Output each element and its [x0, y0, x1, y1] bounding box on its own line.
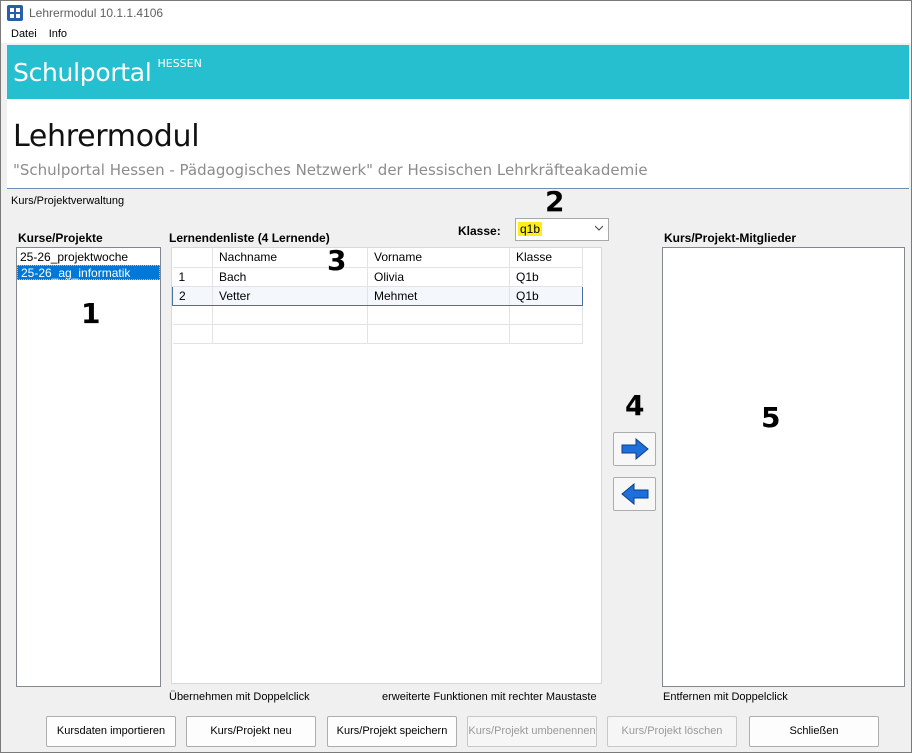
- cell-klasse: Q1b: [509, 267, 583, 287]
- module-subtitle: "Schulportal Hessen - Pädagogisches Netz…: [13, 161, 648, 179]
- marker-1: 1: [81, 297, 101, 330]
- cell-nachname: Vetter: [212, 285, 368, 306]
- cell-vorname: Mehmet: [367, 285, 510, 306]
- marker-3: 3: [327, 244, 347, 277]
- remove-from-members-button[interactable]: [613, 477, 656, 511]
- hint-right-click: erweiterte Funktionen mit rechter Mausta…: [382, 691, 597, 703]
- column-header-klasse[interactable]: Klasse: [509, 248, 583, 268]
- column-header: [172, 248, 213, 268]
- marker-4: 4: [625, 389, 645, 422]
- course-item-ag-informatik[interactable]: 25-26_ag_informatik: [17, 265, 160, 280]
- students-table: Nachname Vorname Klasse 1 Bach Olivia Q1…: [172, 248, 583, 344]
- rename-course-button[interactable]: Kurs/Projekt umbenennen: [467, 716, 597, 747]
- students-label: Lernendenliste (4 Lernende): [169, 231, 330, 245]
- menu-bar: Datei Info: [1, 25, 911, 43]
- klasse-label: Klasse:: [458, 224, 501, 238]
- section-label: Kurs/Projektverwaltung: [11, 195, 125, 207]
- delete-course-button[interactable]: Kurs/Projekt löschen: [607, 716, 737, 747]
- table-row[interactable]: 2 Vetter Mehmet Q1b: [172, 285, 583, 306]
- table-header-row: Nachname Vorname Klasse: [172, 248, 583, 268]
- close-button[interactable]: Schließen: [749, 716, 879, 747]
- empty-row: [172, 324, 583, 344]
- app-window: Lehrermodul 10.1.1.4106 Datei Info Schul…: [0, 0, 912, 753]
- marker-2: 2: [545, 185, 565, 218]
- header-area: Lehrermodul "Schulportal Hessen - Pädago…: [7, 99, 909, 189]
- klasse-select[interactable]: q1b: [515, 218, 609, 241]
- module-title: Lehrermodul: [13, 119, 200, 154]
- chevron-down-icon: [595, 225, 603, 231]
- window-title: Lehrermodul 10.1.1.4106: [29, 6, 164, 20]
- table-row[interactable]: 1 Bach Olivia Q1b: [172, 267, 583, 287]
- menu-info[interactable]: Info: [49, 28, 67, 40]
- portal-banner: Schulportal HESSEN: [7, 45, 909, 99]
- course-item-projektwoche[interactable]: 25-26_projektwoche: [17, 250, 160, 265]
- courses-label: Kurse/Projekte: [18, 231, 103, 245]
- hint-adopt-doubleclick: Übernehmen mit Doppelclick: [169, 691, 310, 703]
- marker-5: 5: [761, 401, 781, 434]
- row-number: 2: [172, 285, 213, 306]
- app-icon: [7, 5, 23, 21]
- new-course-button[interactable]: Kurs/Projekt neu: [186, 716, 316, 747]
- title-bar: Lehrermodul 10.1.1.4106: [1, 1, 911, 25]
- save-course-button[interactable]: Kurs/Projekt speichern: [327, 716, 457, 747]
- row-number: 1: [172, 267, 213, 287]
- empty-row: [172, 305, 583, 325]
- menu-datei[interactable]: Datei: [11, 28, 37, 40]
- arrow-right-icon: [621, 438, 649, 460]
- banner-superscript: HESSEN: [157, 56, 202, 70]
- members-label: Kurs/Projekt-Mitglieder: [664, 231, 797, 245]
- students-grid[interactable]: Nachname Vorname Klasse 1 Bach Olivia Q1…: [171, 247, 602, 684]
- arrow-left-icon: [621, 483, 649, 505]
- column-header-vorname[interactable]: Vorname: [367, 248, 510, 268]
- add-to-members-button[interactable]: [613, 432, 656, 466]
- banner-title: Schulportal: [13, 57, 152, 87]
- members-listbox[interactable]: [662, 247, 905, 687]
- cell-klasse: Q1b: [509, 285, 583, 306]
- cell-vorname: Olivia: [367, 267, 510, 287]
- import-course-data-button[interactable]: Kursdaten importieren: [46, 716, 176, 747]
- hint-remove-doubleclick: Entfernen mit Doppelclick: [663, 691, 788, 703]
- klasse-select-value: q1b: [518, 222, 543, 236]
